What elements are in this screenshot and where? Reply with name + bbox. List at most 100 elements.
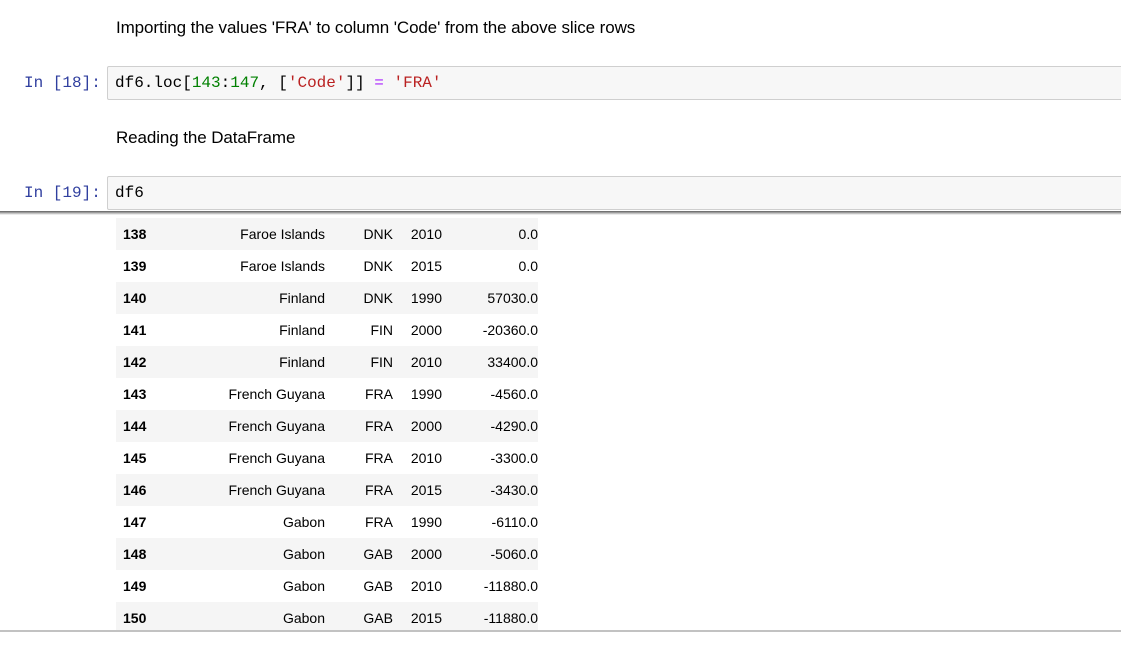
row-index: 145 — [123, 450, 147, 466]
cell-value: 0.0 — [518, 258, 538, 274]
code-operator-token: = — [374, 74, 384, 92]
code-token: df6.loc[ — [115, 74, 192, 92]
cell-country: Gabon — [282, 578, 325, 594]
cell-country: Gabon — [282, 514, 325, 530]
cell-country: Gabon — [282, 610, 325, 626]
code-token: : — [220, 74, 231, 92]
cell-value: -11880.0 — [483, 610, 538, 626]
cell-code: FRA — [365, 450, 393, 466]
code-token: df6 — [115, 184, 144, 202]
table-row: 139 Faroe Islands DNK 2015 0.0 — [116, 250, 538, 282]
cell-country: Finland — [279, 290, 325, 306]
cell-code: DNK — [363, 226, 393, 242]
table-row: 147 Gabon FRA 1990 -6110.0 — [116, 506, 538, 538]
row-index: 143 — [123, 386, 147, 402]
cell-year: 2000 — [410, 418, 442, 434]
cell-value: 33400.0 — [487, 354, 538, 370]
code-token: ]] — [345, 74, 375, 92]
cell-country: Finland — [279, 354, 325, 370]
table-row: 145 French Guyana FRA 2010 -3300.0 — [116, 442, 538, 474]
row-index: 140 — [123, 290, 147, 306]
cell-value: -4560.0 — [490, 386, 538, 402]
code-cell-editor[interactable]: df6.loc[143:147, ['Code']] = 'FRA' — [107, 66, 1121, 100]
row-index: 138 — [123, 226, 147, 242]
cell-value: -20360.0 — [482, 322, 538, 338]
row-index: 150 — [123, 610, 147, 626]
input-prompt: In [18]: — [24, 74, 101, 92]
code-cell-editor[interactable]: df6 — [107, 176, 1121, 210]
cell-code: GAB — [363, 578, 393, 594]
code-token: , [ — [259, 74, 288, 92]
cell-year: 2015 — [410, 258, 442, 274]
table-row: 138 Faroe Islands DNK 2010 0.0 — [116, 218, 538, 250]
cell-code: FRA — [365, 386, 393, 402]
output-scroll-shadow — [0, 211, 1121, 215]
output-bottom-border — [0, 630, 1121, 632]
cell-country: Faroe Islands — [240, 226, 325, 242]
row-index: 139 — [123, 258, 147, 274]
table-row: 143 French Guyana FRA 1990 -4560.0 — [116, 378, 538, 410]
cell-year: 2000 — [410, 546, 442, 562]
cell-country: Faroe Islands — [240, 258, 325, 274]
cell-country: French Guyana — [228, 450, 326, 466]
code-number-token: 143 — [191, 74, 221, 92]
cell-country: Gabon — [282, 546, 325, 562]
input-prompt: In [19]: — [24, 184, 101, 202]
cell-value: -11880.0 — [483, 578, 538, 594]
row-index: 141 — [123, 322, 147, 338]
cell-year: 2010 — [410, 578, 442, 594]
table-row: 149 Gabon GAB 2010 -11880.0 — [116, 570, 538, 602]
cell-year: 2010 — [410, 226, 442, 242]
code-string-token: 'Code' — [287, 74, 346, 92]
cell-value: 0.0 — [518, 226, 538, 242]
cell-year: 1990 — [410, 386, 442, 402]
cell-value: 57030.0 — [487, 290, 538, 306]
table-row: 141 Finland FIN 2000 -20360.0 — [116, 314, 538, 346]
cell-country: Finland — [279, 322, 325, 338]
markdown-cell-text: Reading the DataFrame — [116, 128, 296, 147]
cell-country: French Guyana — [228, 386, 326, 402]
output-area[interactable]: 138 Faroe Islands DNK 2010 0.0 139 Faroe Islan… — [116, 218, 573, 630]
cell-code: FIN — [370, 354, 393, 370]
cell-value: -3430.0 — [490, 482, 538, 498]
cell-country: French Guyana — [228, 418, 326, 434]
cell-value: -6110.0 — [491, 514, 538, 530]
cell-value: -4290.0 — [490, 418, 538, 434]
cell-year: 2010 — [410, 354, 442, 370]
cell-value: -5060.0 — [490, 546, 538, 562]
notebook-page: Importing the values 'FRA' to column 'Co… — [0, 0, 1121, 650]
cell-country: French Guyana — [228, 482, 326, 498]
code-string-token: 'FRA' — [393, 74, 442, 92]
cell-year: 2010 — [410, 450, 442, 466]
cell-year: 1990 — [410, 290, 442, 306]
cell-code: GAB — [363, 610, 393, 626]
table-row: 148 Gabon GAB 2000 -5060.0 — [116, 538, 538, 570]
cell-code: FRA — [365, 514, 393, 530]
code-number-token: 147 — [230, 74, 260, 92]
cell-year: 2015 — [410, 482, 442, 498]
cell-value: -3300.0 — [490, 450, 538, 466]
cell-year: 1990 — [410, 514, 442, 530]
row-index: 148 — [123, 546, 147, 562]
table-row: 142 Finland FIN 2010 33400.0 — [116, 346, 538, 378]
cell-code: DNK — [363, 290, 393, 306]
cell-code: FRA — [365, 418, 393, 434]
row-index: 142 — [123, 354, 147, 370]
table-row: 144 French Guyana FRA 2000 -4290.0 — [116, 410, 538, 442]
row-index: 149 — [123, 578, 147, 594]
table-row: 146 French Guyana FRA 2015 -3430.0 — [116, 474, 538, 506]
table-row: 140 Finland DNK 1990 57030.0 — [116, 282, 538, 314]
cell-code: DNK — [363, 258, 393, 274]
markdown-cell-text: Importing the values 'FRA' to column 'Co… — [116, 18, 636, 37]
cell-year: 2015 — [410, 610, 442, 626]
row-index: 146 — [123, 482, 147, 498]
row-index: 147 — [123, 514, 147, 530]
table-row: 150 Gabon GAB 2015 -11880.0 — [116, 602, 538, 630]
cell-code: FRA — [365, 482, 393, 498]
cell-year: 2000 — [410, 322, 442, 338]
cell-code: GAB — [363, 546, 393, 562]
cell-code: FIN — [370, 322, 393, 338]
row-index: 144 — [123, 418, 147, 434]
dataframe-table: 138 Faroe Islands DNK 2010 0.0 139 Faroe Islan… — [116, 218, 538, 630]
